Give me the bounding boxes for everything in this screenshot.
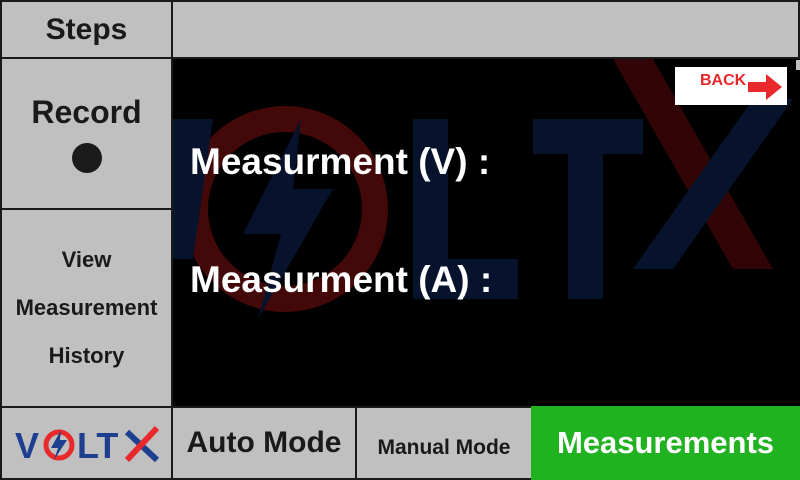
- voltx-logo-icon: V LT: [15, 425, 159, 466]
- measurement-panel: Measurment (V) : Measurment (A) :: [173, 59, 800, 406]
- back-label: BACK: [700, 72, 747, 89]
- current-measurement-label: Measurment (A) :: [190, 259, 493, 300]
- history-label-line2: Measurement: [15, 295, 158, 320]
- scrollbar-tab: [796, 60, 800, 70]
- steps-label: Steps: [45, 12, 128, 46]
- history-label-line1: View: [61, 247, 112, 272]
- auto-mode-label: Auto Mode: [186, 426, 342, 459]
- steps-button[interactable]: Steps: [0, 0, 173, 59]
- record-label: Record: [31, 94, 142, 130]
- manual-mode-label: Manual Mode: [377, 436, 511, 459]
- record-button[interactable]: Record: [0, 57, 173, 210]
- record-dot-icon: [71, 143, 102, 173]
- svg-text:V: V: [15, 425, 39, 466]
- top-bar: [171, 0, 800, 59]
- voltx-watermark-icon: [173, 59, 793, 319]
- back-button[interactable]: BACK: [675, 67, 787, 105]
- auto-mode-tab[interactable]: Auto Mode: [171, 406, 357, 480]
- measurements-label: Measurements: [556, 425, 775, 460]
- arrow-right-icon: [748, 74, 782, 100]
- history-label-line3: History: [48, 343, 125, 368]
- svg-text:LT: LT: [77, 425, 118, 466]
- manual-mode-tab[interactable]: Manual Mode: [355, 406, 533, 480]
- view-history-button[interactable]: View Measurement History: [0, 208, 173, 408]
- voltage-measurement-label: Measurment (V) :: [190, 141, 491, 182]
- measurements-tab[interactable]: Measurements: [531, 406, 800, 480]
- voltx-logo: V LT: [0, 406, 173, 480]
